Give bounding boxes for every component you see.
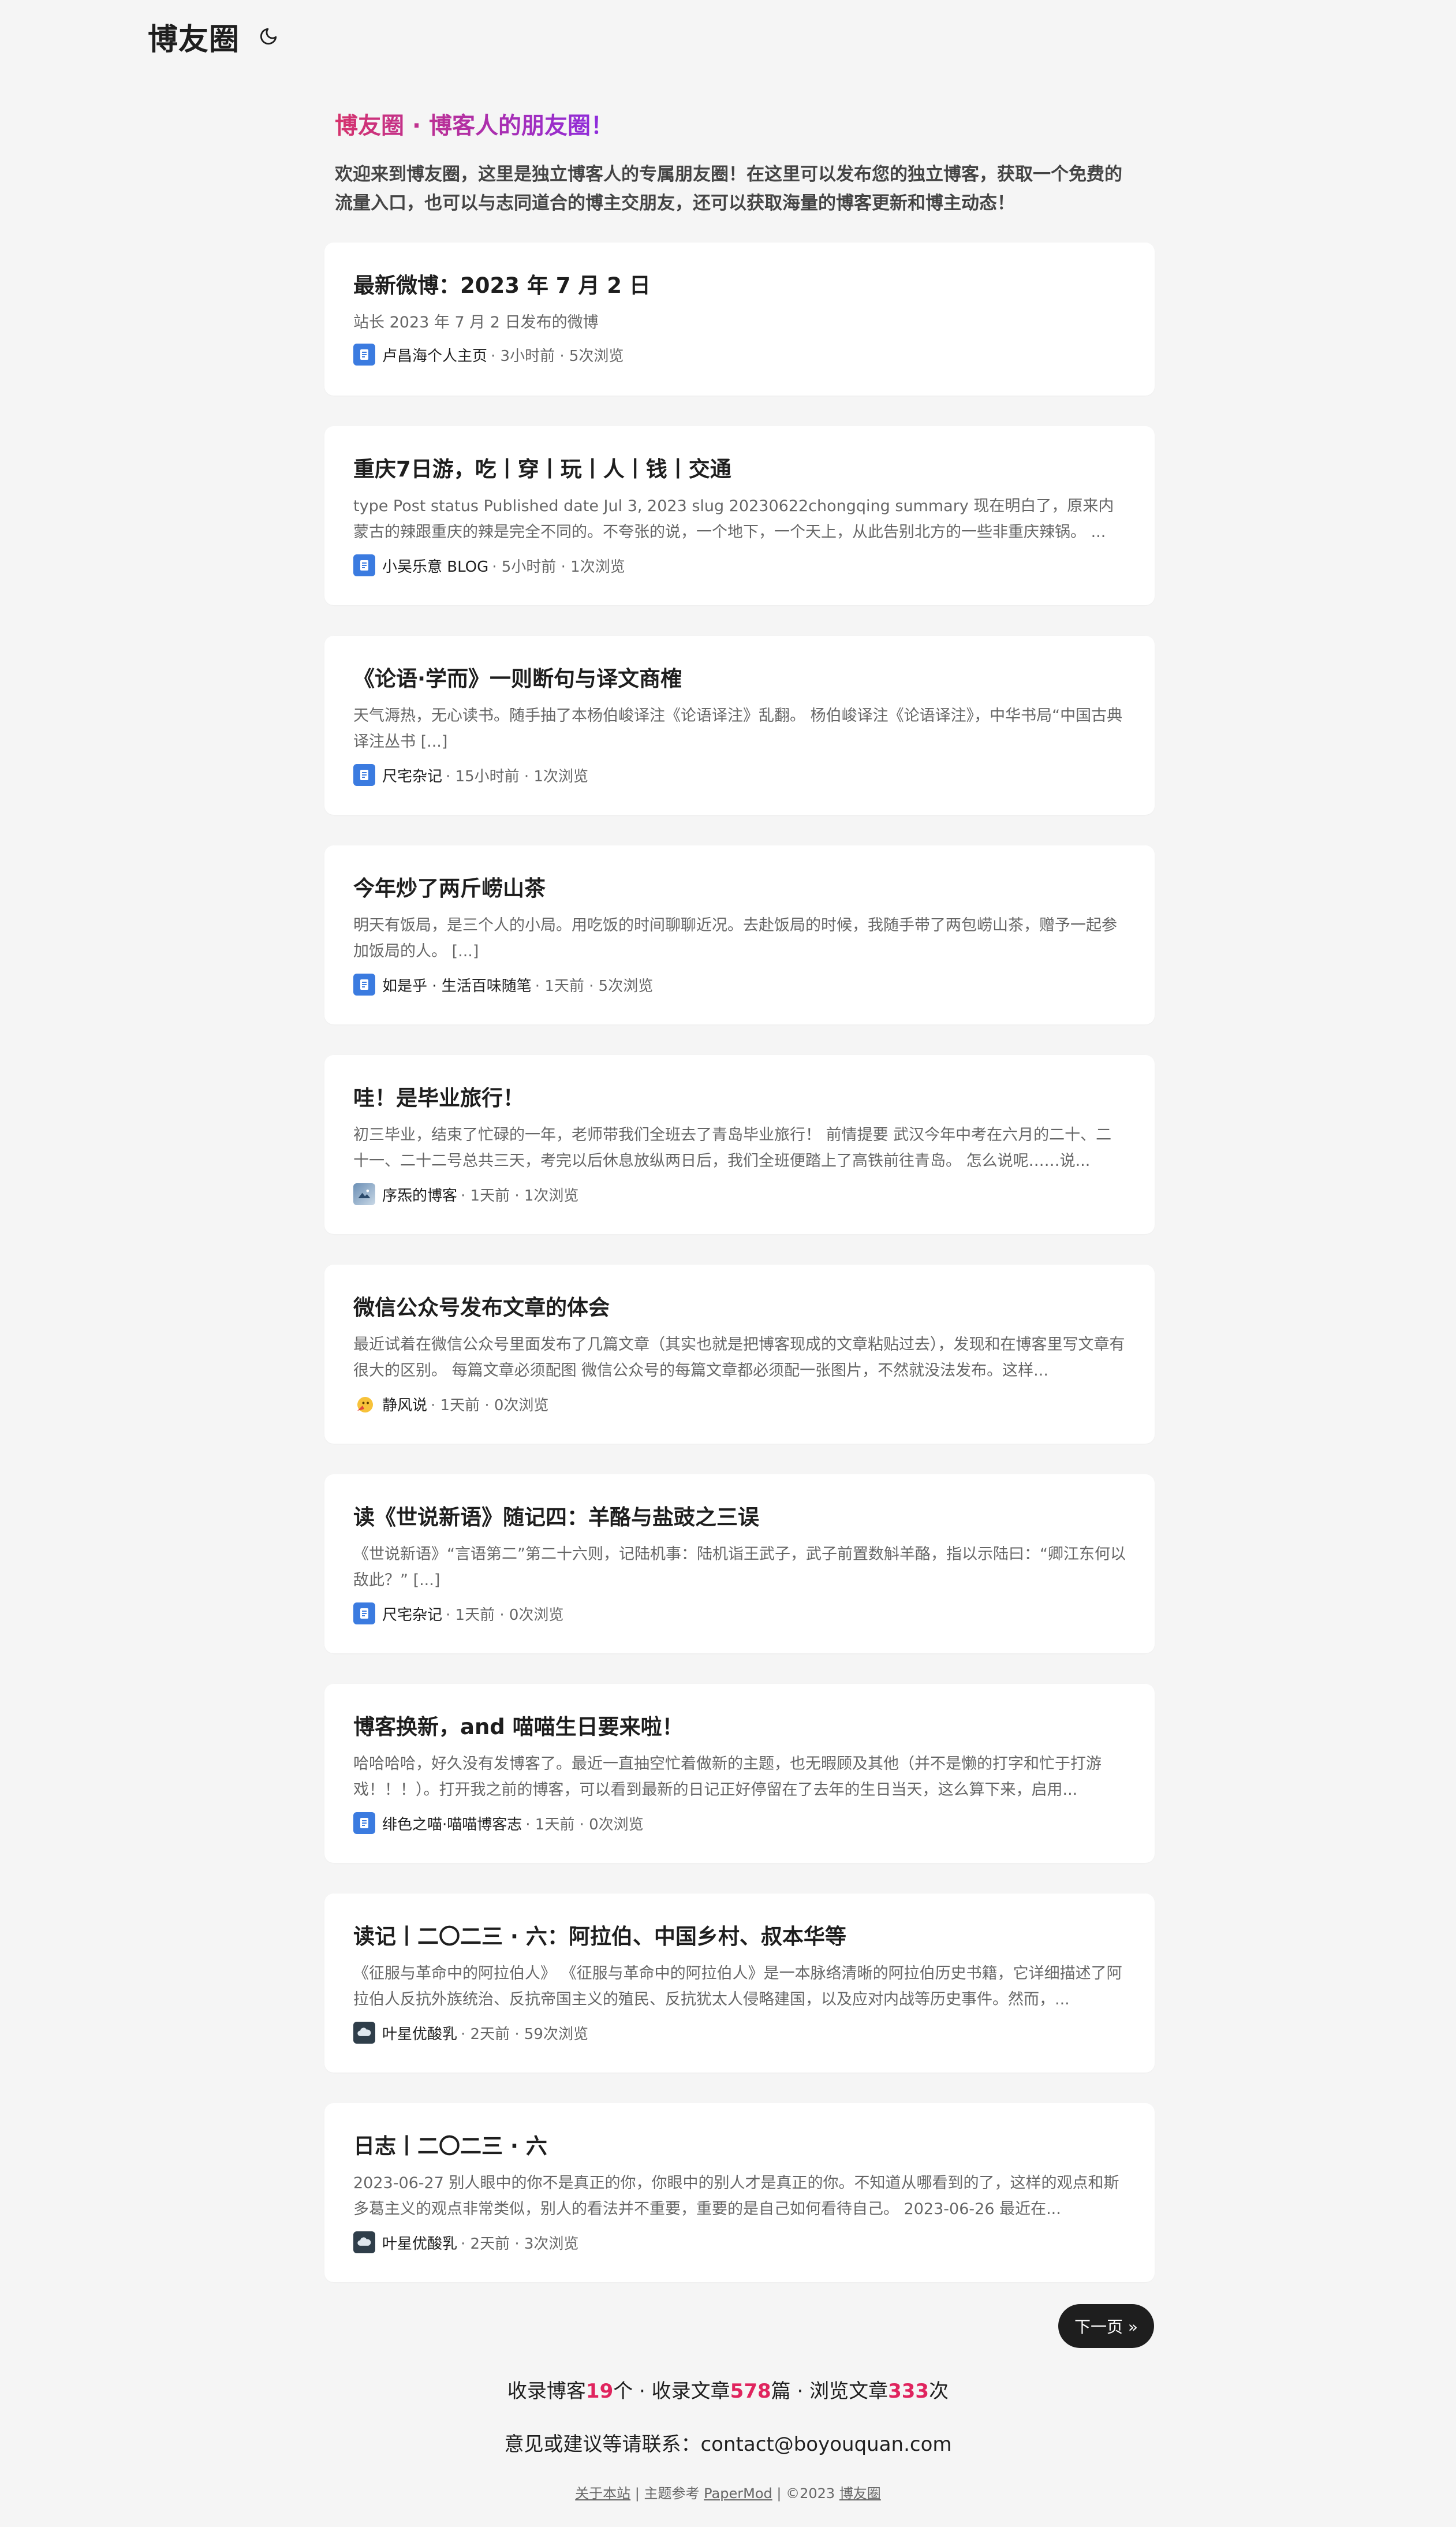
- post-card[interactable]: 《论语·学而》一则断句与译文商榷 天气溽热，无心读书。随手抽了本杨伯峻译注《论语…: [324, 636, 1155, 815]
- post-card[interactable]: 哇！是毕业旅行！ 初三毕业，结束了忙碌的一年，老师带我们全班去了青岛毕业旅行！ …: [324, 1055, 1155, 1234]
- post-card[interactable]: 今年炒了两斤崂山茶 明天有饭局，是三个人的小局。用吃饭的时间聊聊近况。去赴饭局的…: [324, 845, 1155, 1024]
- post-stats: · 1天前 · 0次浏览: [525, 1816, 644, 1833]
- view-count: 333: [888, 2380, 929, 2403]
- next-page-button[interactable]: 下一页 »: [1058, 2304, 1154, 2348]
- site-link[interactable]: 博友圈: [839, 2485, 881, 2502]
- post-summary: 天气溽热，无心读书。随手抽了本杨伯峻译注《论语译注》乱翻。 杨伯峻译注《论语译注…: [353, 707, 1123, 751]
- post-meta: 尺宅杂记 · 1天前 · 0次浏览: [353, 1602, 1126, 1624]
- footer-text: | 主题参考: [630, 2485, 704, 2502]
- contact-info: 意见或建议等请联系：contact@boyouquan.com: [504, 2433, 952, 2456]
- post-meta: 静风说 · 1天前 · 0次浏览: [353, 1393, 1126, 1415]
- cloud-icon: [353, 2231, 375, 2253]
- blue-doc-icon: [353, 344, 375, 366]
- post-stats: · 2天前 · 3次浏览: [461, 2235, 579, 2253]
- post-summary: 初三毕业，结束了忙碌的一年，老师带我们全班去了青岛毕业旅行！ 前情提要 武汉今年…: [353, 1126, 1112, 1170]
- post-stats: · 1天前 · 5次浏览: [535, 977, 654, 995]
- photo-icon: [353, 1183, 375, 1205]
- post-list: 最新微博：2023 年 7 月 2 日 站长 2023 年 7 月 2 日发布的…: [324, 243, 1155, 2313]
- stats-label: 次: [929, 2380, 949, 2403]
- footer: 关于本站 | 主题参考 PaperMod | ©2023 博友圈: [0, 2482, 1456, 2502]
- post-stats: · 1天前 · 0次浏览: [446, 1606, 564, 1624]
- post-stats: · 1天前 · 0次浏览: [431, 1396, 549, 1414]
- blog-count: 19: [585, 2380, 614, 2403]
- post-stats: · 3小时前 · 5次浏览: [491, 347, 624, 365]
- post-summary: 最近试着在微信公众号里面发布了几篇文章（其实也就是把博客现成的文章粘贴过去），发…: [353, 1336, 1125, 1380]
- post-card[interactable]: 读记丨二〇二三 · 六：阿拉伯、中国乡村、叔本华等 《征服与革命中的阿拉伯人》 …: [324, 1894, 1155, 2073]
- post-title[interactable]: 今年炒了两斤崂山茶: [353, 871, 1126, 902]
- post-title[interactable]: 最新微博：2023 年 7 月 2 日: [353, 268, 1126, 299]
- blue-doc-icon: [353, 974, 375, 996]
- intro-title: 博友圈 · 博客人的朋友圈！: [335, 107, 614, 140]
- emoji-icon: [353, 1393, 375, 1415]
- post-title[interactable]: 《论语·学而》一则断句与译文商榷: [353, 661, 1126, 692]
- post-meta: 如是乎 · 生活百味随笔 · 1天前 · 5次浏览: [353, 974, 1126, 996]
- post-meta: 叶星优酸乳 · 2天前 · 3次浏览: [353, 2231, 1126, 2253]
- post-meta: 卢昌海个人主页 · 3小时前 · 5次浏览: [353, 344, 1126, 366]
- papermod-link[interactable]: PaperMod: [704, 2485, 772, 2502]
- post-title[interactable]: 博客换新，and 喵喵生日要来啦！: [353, 1709, 1126, 1740]
- post-card[interactable]: 重庆7日游，吃丨穿丨玩丨人丨钱丨交通 type Post status Publ…: [324, 426, 1155, 605]
- blog-name-link[interactable]: 小吴乐意 BLOG: [382, 555, 488, 576]
- post-title[interactable]: 哇！是毕业旅行！: [353, 1080, 1126, 1112]
- about-link[interactable]: 关于本站: [575, 2485, 630, 2502]
- stats-label: 篇 · 浏览文章: [771, 2380, 888, 2403]
- blue-doc-icon: [353, 1812, 375, 1834]
- post-card[interactable]: 最新微博：2023 年 7 月 2 日 站长 2023 年 7 月 2 日发布的…: [324, 243, 1155, 396]
- article-count: 578: [730, 2380, 771, 2403]
- moon-icon[interactable]: [257, 25, 280, 48]
- post-meta: 绯色之喵·喵喵博客志 · 1天前 · 0次浏览: [353, 1812, 1126, 1834]
- post-title[interactable]: 日志丨二〇二三 · 六: [353, 2129, 1126, 2160]
- post-title[interactable]: 读记丨二〇二三 · 六：阿拉伯、中国乡村、叔本华等: [353, 1919, 1126, 1950]
- blog-name-link[interactable]: 绯色之喵·喵喵博客志: [382, 1813, 522, 1834]
- blog-name-link[interactable]: 叶星优酸乳: [382, 2232, 457, 2253]
- post-card[interactable]: 读《世说新语》随记四：羊酪与盐豉之三误 《世说新语》“言语第二”第二十六则，记陆…: [324, 1474, 1155, 1653]
- blog-name-link[interactable]: 尺宅杂记: [382, 1603, 442, 1624]
- blog-name-link[interactable]: 尺宅杂记: [382, 765, 442, 786]
- post-stats: · 2天前 · 59次浏览: [461, 2025, 588, 2043]
- post-stats: · 5小时前 · 1次浏览: [492, 558, 625, 576]
- stats-label: 收录博客: [507, 2380, 586, 2403]
- intro-text: 欢迎来到博友圈，这里是独立博客人的专属朋友圈！在这里可以发布您的独立博客，获取一…: [335, 164, 1122, 214]
- blue-doc-icon: [353, 764, 375, 786]
- blog-name-link[interactable]: 叶星优酸乳: [382, 2022, 457, 2044]
- site-logo[interactable]: 博友圈: [148, 15, 240, 58]
- stats-label: 个 · 收录文章: [613, 2380, 730, 2403]
- post-meta: 小吴乐意 BLOG · 5小时前 · 1次浏览: [353, 554, 1126, 576]
- post-meta: 尺宅杂记 · 15小时前 · 1次浏览: [353, 764, 1126, 786]
- post-summary: 2023-06-27 别人眼中的你不是真正的你，你眼中的别人才是真正的你。不知道…: [353, 2174, 1119, 2218]
- intro-section: 博友圈 · 博客人的朋友圈！ 欢迎来到博友圈，这里是独立博客人的专属朋友圈！在这…: [335, 107, 1143, 218]
- post-summary: 《世说新语》“言语第二”第二十六则，记陆机事：陆机诣王武子，武子前置数斛羊酪，指…: [353, 1545, 1126, 1589]
- post-stats: · 15小时前 · 1次浏览: [446, 767, 588, 785]
- blue-doc-icon: [353, 554, 375, 576]
- blog-name-link[interactable]: 如是乎 · 生活百味随笔: [382, 974, 532, 996]
- post-summary: type Post status Published date Jul 3, 2…: [353, 497, 1114, 541]
- blog-name-link[interactable]: 序炁的博客: [382, 1184, 457, 1205]
- post-stats: · 1天前 · 1次浏览: [461, 1187, 579, 1205]
- post-card[interactable]: 博客换新，and 喵喵生日要来啦！ 哈哈哈哈，好久没有发博客了。最近一直抽空忙着…: [324, 1684, 1155, 1863]
- cloud-icon: [353, 2022, 375, 2044]
- post-summary: 《征服与革命中的阿拉伯人》 《征服与革命中的阿拉伯人》是一本脉络清晰的阿拉伯历史…: [353, 1965, 1122, 2008]
- post-card[interactable]: 日志丨二〇二三 · 六 2023-06-27 别人眼中的你不是真正的你，你眼中的…: [324, 2103, 1155, 2282]
- header: 博友圈: [148, 16, 280, 57]
- post-title[interactable]: 重庆7日游，吃丨穿丨玩丨人丨钱丨交通: [353, 452, 1126, 483]
- blue-doc-icon: [353, 1602, 375, 1624]
- post-meta: 叶星优酸乳 · 2天前 · 59次浏览: [353, 2022, 1126, 2044]
- post-title[interactable]: 读《世说新语》随记四：羊酪与盐豉之三误: [353, 1500, 1126, 1531]
- post-summary: 明天有饭局，是三个人的小局。用吃饭的时间聊聊近况。去赴饭局的时候，我随手带了两包…: [353, 916, 1117, 960]
- post-summary: 哈哈哈哈，好久没有发博客了。最近一直抽空忙着做新的主题，也无暇顾及其他（并不是懒…: [353, 1755, 1102, 1799]
- blog-name-link[interactable]: 静风说: [382, 1393, 427, 1415]
- post-summary: 站长 2023 年 7 月 2 日发布的微博: [353, 314, 599, 331]
- post-meta: 序炁的博客 · 1天前 · 1次浏览: [353, 1183, 1126, 1205]
- post-card[interactable]: 微信公众号发布文章的体会 最近试着在微信公众号里面发布了几篇文章（其实也就是把博…: [324, 1265, 1155, 1444]
- site-stats: 收录博客19个 · 收录文章578篇 · 浏览文章333次: [0, 2375, 1456, 2403]
- blog-name-link[interactable]: 卢昌海个人主页: [382, 344, 487, 366]
- post-title[interactable]: 微信公众号发布文章的体会: [353, 1290, 1126, 1321]
- footer-text: | ©2023: [772, 2485, 839, 2502]
